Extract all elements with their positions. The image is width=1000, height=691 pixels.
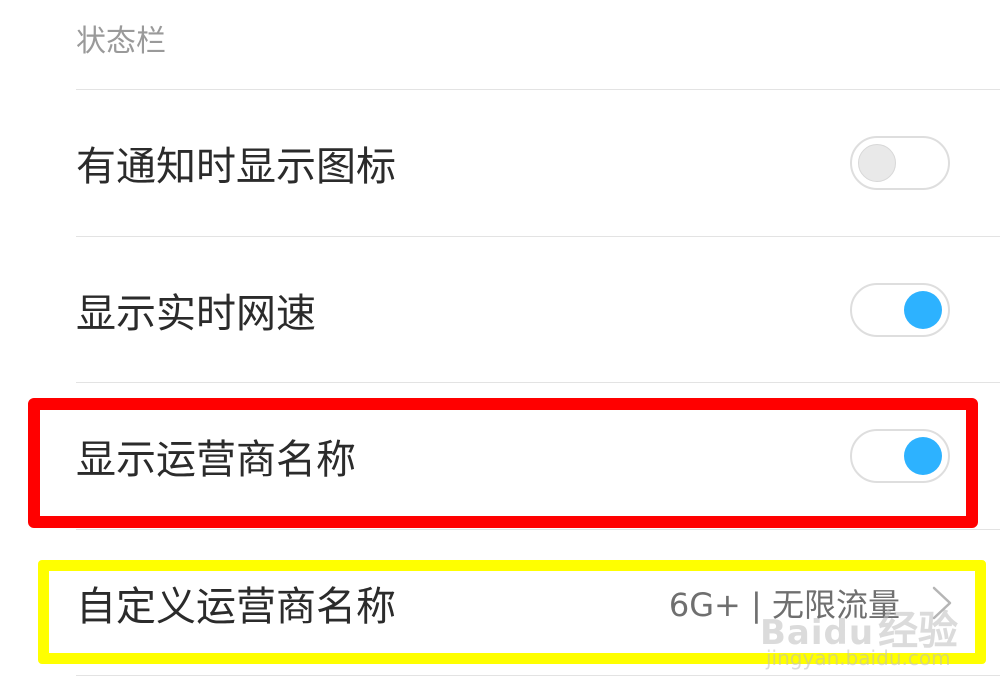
carrier-name-toggle[interactable] [850, 429, 950, 483]
setting-row-notification-icons[interactable]: 有通知时显示图标 [0, 90, 1000, 236]
setting-label: 显示运营商名称 [76, 437, 356, 483]
setting-row-custom-carrier-name[interactable]: 自定义运营商名称 6G+ | 无限流量 [0, 530, 1000, 676]
setting-label: 有通知时显示图标 [76, 144, 396, 190]
notification-icons-toggle[interactable] [850, 136, 950, 190]
divider [76, 675, 1000, 676]
section-header-status-bar: 状态栏 [76, 24, 166, 59]
toggle-knob [904, 291, 942, 329]
toggle-knob [904, 437, 942, 475]
chevron-right-icon [932, 586, 952, 620]
network-speed-toggle[interactable] [850, 283, 950, 337]
toggle-knob [858, 144, 896, 182]
setting-row-network-speed[interactable]: 显示实时网速 [0, 237, 1000, 383]
setting-row-carrier-name[interactable]: 显示运营商名称 [0, 383, 1000, 529]
setting-label: 自定义运营商名称 [76, 584, 396, 630]
custom-carrier-value: 6G+ | 无限流量 [668, 586, 900, 624]
setting-label: 显示实时网速 [76, 291, 316, 337]
